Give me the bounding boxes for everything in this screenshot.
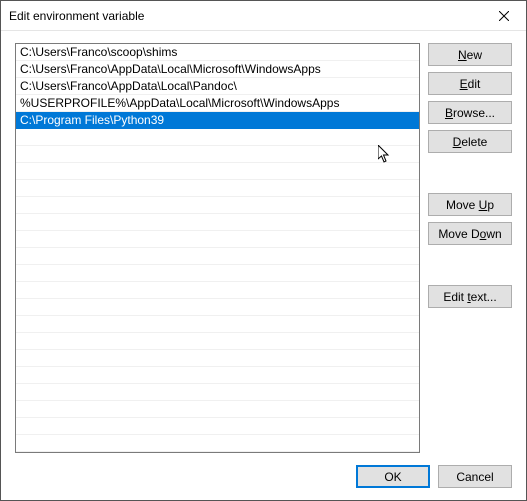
list-empty-row (16, 265, 419, 282)
list-empty-row (16, 333, 419, 350)
list-empty-row (16, 146, 419, 163)
list-empty-row (16, 214, 419, 231)
list-item[interactable]: %USERPROFILE%\AppData\Local\Microsoft\Wi… (16, 95, 419, 112)
spacer (428, 159, 512, 187)
footer: OK Cancel (1, 453, 526, 500)
browse-button[interactable]: Browse... (428, 101, 512, 124)
list-empty-row (16, 367, 419, 384)
cancel-button[interactable]: Cancel (438, 465, 512, 488)
list-empty-row (16, 180, 419, 197)
edit-button[interactable]: Edit (428, 72, 512, 95)
ok-button[interactable]: OK (356, 465, 430, 488)
edit-text-button[interactable]: Edit text... (428, 285, 512, 308)
titlebar: Edit environment variable (1, 1, 526, 31)
list-item[interactable]: C:\Program Files\Python39 (16, 112, 419, 129)
list-empty-row (16, 350, 419, 367)
delete-button[interactable]: Delete (428, 130, 512, 153)
list-item[interactable]: C:\Users\Franco\scoop\shims (16, 44, 419, 61)
list-empty-row (16, 197, 419, 214)
list-item[interactable]: C:\Users\Franco\AppData\Local\Pandoc\ (16, 78, 419, 95)
list-empty-row (16, 401, 419, 418)
button-sidebar: New Edit Browse... Delete Move Up Move D… (428, 43, 512, 453)
list-empty-row (16, 418, 419, 435)
list-empty-row (16, 163, 419, 180)
list-empty-row (16, 299, 419, 316)
list-empty-row (16, 231, 419, 248)
dialog-window: Edit environment variable C:\Users\Franc… (0, 0, 527, 501)
list-empty-row (16, 129, 419, 146)
list-empty-row (16, 384, 419, 401)
window-title: Edit environment variable (9, 9, 144, 23)
close-button[interactable] (481, 1, 526, 30)
list-empty-row (16, 435, 419, 452)
move-down-button[interactable]: Move Down (428, 222, 512, 245)
list-empty-row (16, 282, 419, 299)
content-area: C:\Users\Franco\scoop\shimsC:\Users\Fran… (1, 31, 526, 453)
spacer (428, 251, 512, 279)
path-listbox[interactable]: C:\Users\Franco\scoop\shimsC:\Users\Fran… (15, 43, 420, 453)
list-empty-row (16, 316, 419, 333)
new-button[interactable]: New (428, 43, 512, 66)
close-icon (499, 11, 509, 21)
list-item[interactable]: C:\Users\Franco\AppData\Local\Microsoft\… (16, 61, 419, 78)
move-up-button[interactable]: Move Up (428, 193, 512, 216)
list-empty-row (16, 248, 419, 265)
